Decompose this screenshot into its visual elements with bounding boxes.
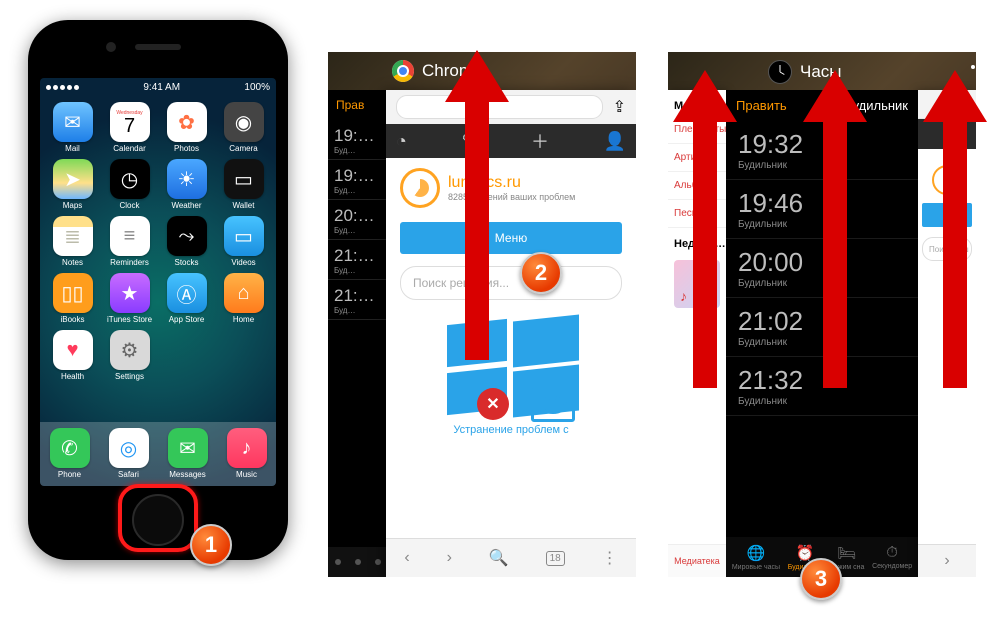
- app-reminders[interactable]: ≡Reminders: [103, 216, 156, 267]
- status-bar: 9:41 AM 100%: [40, 78, 276, 96]
- monitor-eye-icon: [531, 388, 575, 422]
- signal-icon: [46, 85, 79, 90]
- menu-icon[interactable]: ⋮: [602, 548, 618, 568]
- clock-icon: [768, 60, 792, 84]
- menu-button[interactable]: Меню: [400, 222, 622, 254]
- clock-tab-Мировые часы[interactable]: 🌐Мировые часы: [732, 544, 780, 571]
- alarm-row[interactable]: 19:…Буд…: [328, 120, 388, 160]
- app-photos[interactable]: ✿Photos: [160, 102, 213, 153]
- alarm-row[interactable]: 21:…Буд…: [328, 280, 388, 320]
- app-clock[interactable]: ◷Clock: [103, 159, 156, 210]
- site-search-input[interactable]: Поиск решения...: [400, 266, 622, 300]
- plus-icon[interactable]: ＋: [531, 128, 549, 154]
- swipe-up-arrow: [460, 50, 494, 360]
- app-wallet[interactable]: ▭Wallet: [217, 159, 270, 210]
- app-home[interactable]: ⌂Home: [217, 273, 270, 324]
- clock-tab-Секундомер[interactable]: ⏱Секундомер: [872, 544, 912, 570]
- speaker-grille: [135, 44, 181, 50]
- back-icon[interactable]: ‹: [404, 549, 409, 567]
- clock-tabbar-peek: [328, 547, 388, 577]
- error-icon: ✕: [477, 388, 509, 420]
- search-icon[interactable]: 🔍: [489, 548, 509, 568]
- user-icon[interactable]: 👤: [604, 131, 626, 152]
- step-badge-1: 1: [190, 524, 232, 566]
- alarm-row[interactable]: 20:…Буд…: [328, 200, 388, 240]
- app-stocks[interactable]: ⤳Stocks: [160, 216, 213, 267]
- app-app-store[interactable]: ⒶApp Store: [160, 273, 213, 324]
- app-mail[interactable]: ✉Mail: [46, 102, 99, 153]
- app-videos[interactable]: ▭Videos: [217, 216, 270, 267]
- status-battery: 100%: [244, 82, 270, 93]
- forward-icon[interactable]: ›: [447, 549, 452, 567]
- dock-app-safari[interactable]: ◎Safari: [109, 428, 149, 479]
- chrome-icon: [392, 60, 414, 82]
- dock: ✆Phone ◎Safari ✉Messages ♪Music: [40, 422, 276, 486]
- app-settings[interactable]: ⚙Settings: [103, 330, 156, 381]
- swipe-up-arrow: [688, 70, 722, 388]
- step-badge-2: 2: [520, 252, 562, 294]
- app-notes[interactable]: ≣Notes: [46, 216, 99, 267]
- swipe-up-arrow: [818, 70, 852, 388]
- site-logo-icon: [400, 168, 440, 208]
- clock-edit-label[interactable]: Прав: [336, 98, 364, 112]
- dock-app-music[interactable]: ♪Music: [227, 428, 267, 479]
- site-header: lumpics.ru 8285 решений ваших проблем: [386, 158, 636, 218]
- swipe-up-arrow: [938, 70, 972, 388]
- iphone-frame: 9:41 AM 100% ✉MailWednesday7Calendar✿Pho…: [28, 20, 288, 560]
- home-button[interactable]: [132, 494, 184, 546]
- app-ibooks[interactable]: ▯▯iBooks: [46, 273, 99, 324]
- app-camera[interactable]: ◉Camera: [217, 102, 270, 153]
- chrome-bottom-bar-peek: ›: [918, 544, 976, 577]
- speed-icon[interactable]: ◔: [396, 131, 407, 152]
- tabs-count[interactable]: 18: [546, 551, 565, 566]
- music-tab-label[interactable]: Медиатека: [668, 544, 726, 577]
- chrome-url-bar: ⇪: [386, 90, 636, 124]
- status-time: 9:41 AM: [143, 82, 180, 93]
- dock-app-phone[interactable]: ✆Phone: [50, 428, 90, 479]
- app-maps[interactable]: ➤Maps: [46, 159, 99, 210]
- app-calendar[interactable]: Wednesday7Calendar: [103, 102, 156, 153]
- app-health[interactable]: ♥Health: [46, 330, 99, 381]
- share-icon[interactable]: ⇪: [613, 97, 626, 117]
- dock-app-messages[interactable]: ✉Messages: [168, 428, 208, 479]
- front-camera: [106, 42, 116, 52]
- chrome-card[interactable]: ⇪ ◔ ✎ ＋ 👤 lumpics.ru 8285 решений ваших …: [386, 90, 636, 577]
- app-weather[interactable]: ☀Weather: [160, 159, 213, 210]
- home-screen: 9:41 AM 100% ✉MailWednesday7Calendar✿Pho…: [40, 78, 276, 486]
- chrome-toolbar: ◔ ✎ ＋ 👤: [386, 124, 636, 158]
- chrome-bottom-bar: ‹ › 🔍 18 ⋮: [386, 538, 636, 577]
- app-grid: ✉MailWednesday7Calendar✿Photos◉Camera ➤Ma…: [40, 96, 276, 381]
- app-itunes-store[interactable]: ★iTunes Store: [103, 273, 156, 324]
- article-caption: Устранение проблем с: [386, 424, 636, 436]
- alarm-row[interactable]: 19:…Буд…: [328, 160, 388, 200]
- clock-card-peek[interactable]: Прав 19:…Буд…19:…Буд…20:…Буд…21:…Буд…21:…: [328, 90, 388, 577]
- alarm-row[interactable]: 21:…Буд…: [328, 240, 388, 280]
- step-badge-3: 3: [800, 558, 842, 600]
